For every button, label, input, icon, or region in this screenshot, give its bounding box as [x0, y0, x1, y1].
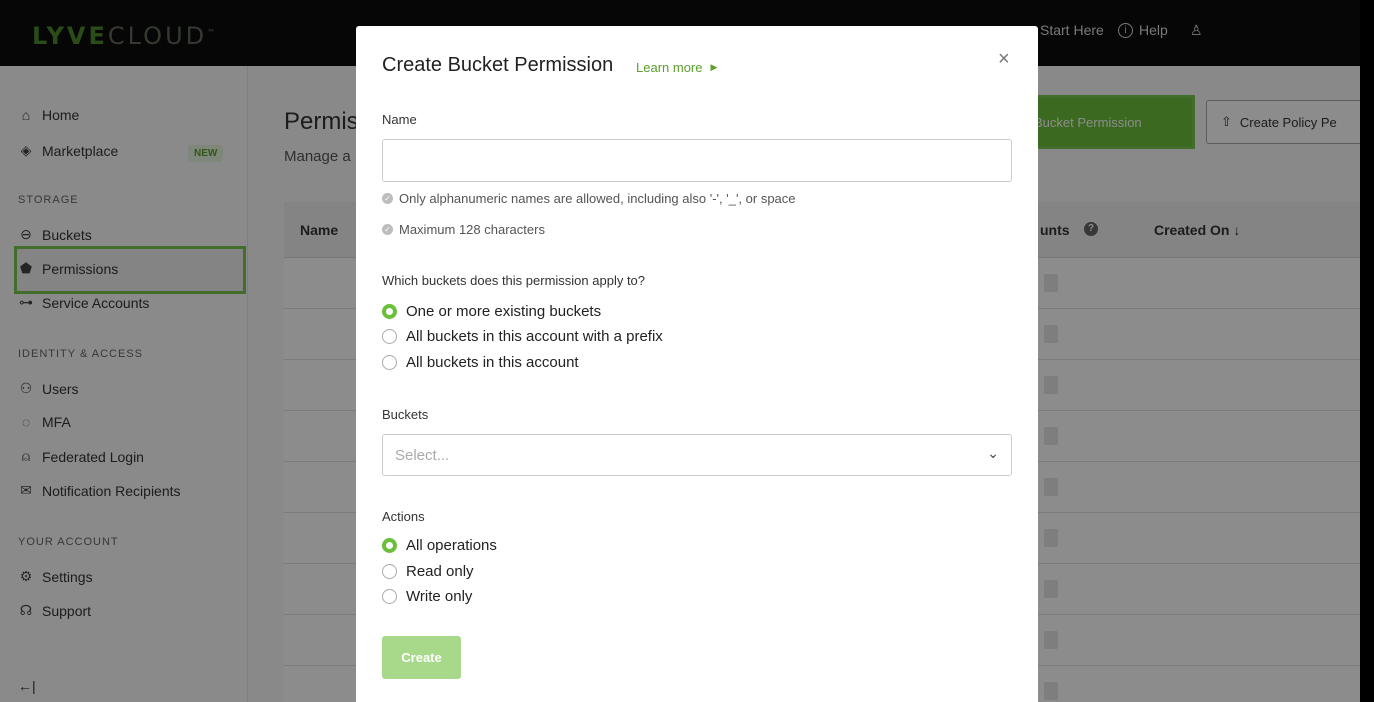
- actions-label: Actions: [382, 509, 425, 524]
- radio-label: One or more existing buckets: [406, 303, 602, 320]
- close-icon[interactable]: ×: [998, 48, 1010, 71]
- name-label: Name: [382, 112, 417, 127]
- radio-label: Write only: [406, 588, 473, 605]
- buckets-select[interactable]: Select... ⌄: [382, 434, 1012, 476]
- radio-label: Read only: [406, 563, 474, 580]
- chevron-down-icon: ⌄: [987, 445, 999, 461]
- buckets-label: Buckets: [382, 407, 429, 422]
- radio-write-only[interactable]: Write only: [382, 588, 472, 605]
- radio-label: All buckets in this account with a prefi…: [406, 328, 663, 345]
- radio-read-only[interactable]: Read only: [382, 563, 474, 580]
- name-input[interactable]: [382, 139, 1012, 182]
- radio-label: All operations: [406, 537, 497, 554]
- check-circle-icon: ✓: [382, 193, 393, 204]
- learn-more-link[interactable]: Learn more ▶: [636, 60, 717, 75]
- radio-all-operations[interactable]: All operations: [382, 537, 497, 554]
- radio-button-selected[interactable]: [382, 538, 397, 553]
- radio-prefix-buckets[interactable]: All buckets in this account with a prefi…: [382, 328, 663, 345]
- radio-button[interactable]: [382, 329, 397, 344]
- radio-button[interactable]: [382, 589, 397, 604]
- apply-scope-label: Which buckets does this permission apply…: [382, 273, 646, 288]
- right-edge: [1360, 0, 1374, 702]
- caret-right-icon: ▶: [710, 62, 718, 72]
- create-button[interactable]: Create: [382, 636, 461, 679]
- radio-label: All buckets in this account: [406, 354, 579, 371]
- radio-button[interactable]: [382, 564, 397, 579]
- radio-existing-buckets[interactable]: One or more existing buckets: [382, 303, 601, 320]
- hint-max-chars: ✓ Maximum 128 characters: [382, 222, 545, 237]
- select-placeholder: Select...: [395, 447, 450, 464]
- modal-title: Create Bucket Permission: [382, 54, 614, 76]
- radio-button-selected[interactable]: [382, 304, 397, 319]
- create-bucket-permission-modal: Create Bucket Permission Learn more ▶ × …: [356, 26, 1038, 702]
- radio-button[interactable]: [382, 355, 397, 370]
- check-circle-icon: ✓: [382, 224, 393, 235]
- hint-alphanumeric: ✓ Only alphanumeric names are allowed, i…: [382, 191, 796, 206]
- hint-text: Only alphanumeric names are allowed, inc…: [399, 191, 796, 206]
- learn-more-label: Learn more: [636, 60, 703, 75]
- radio-all-buckets[interactable]: All buckets in this account: [382, 354, 579, 371]
- hint-text: Maximum 128 characters: [399, 222, 545, 237]
